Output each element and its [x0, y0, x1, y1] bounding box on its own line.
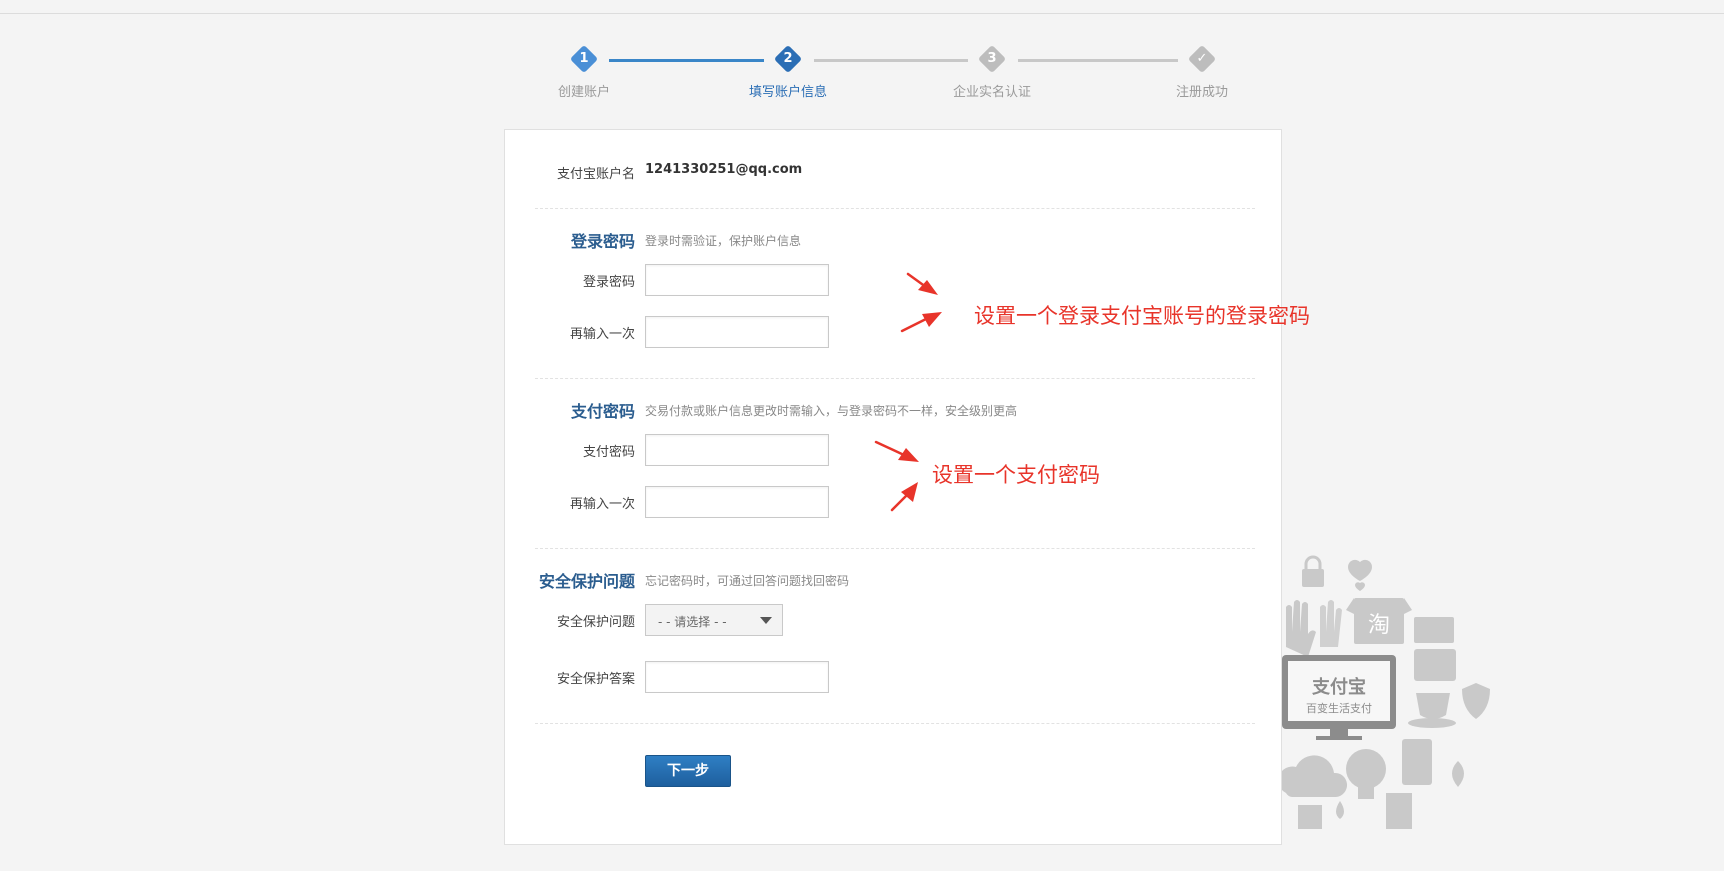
water-drop-icon — [1336, 801, 1344, 819]
arrow-icon — [900, 312, 942, 333]
tao-character: 淘 — [1368, 613, 1390, 638]
credit-card-icon — [1414, 617, 1454, 643]
shield-icon — [1462, 683, 1490, 719]
alipay-tagline: 百变生活支付 — [1306, 701, 1372, 715]
lightning-bulb-icon — [1346, 749, 1386, 799]
coffee-cup-icon — [1408, 693, 1456, 728]
document-icon — [1386, 793, 1412, 829]
login-password-annotation: 设置一个登录支付宝账号的登录密码 — [974, 304, 1310, 328]
hands-icon — [1286, 600, 1342, 657]
leaf-icon — [1452, 761, 1464, 787]
phone-icon — [1402, 739, 1432, 785]
calendar-icon — [1298, 805, 1322, 829]
heart-icon — [1347, 559, 1373, 591]
arrow-icon — [874, 440, 919, 462]
arrow-icon — [906, 272, 938, 295]
wallet-icon — [1414, 649, 1456, 681]
cloud-icon — [1278, 755, 1348, 797]
arrow-icon — [890, 482, 918, 512]
alipay-illustration: 支付宝 百变生活支付 淘 — [1278, 555, 1502, 835]
lock-icon — [1302, 555, 1324, 587]
pay-password-annotation: 设置一个支付密码 — [932, 463, 1100, 487]
alipay-logo-text: 支付宝 — [1311, 676, 1366, 698]
